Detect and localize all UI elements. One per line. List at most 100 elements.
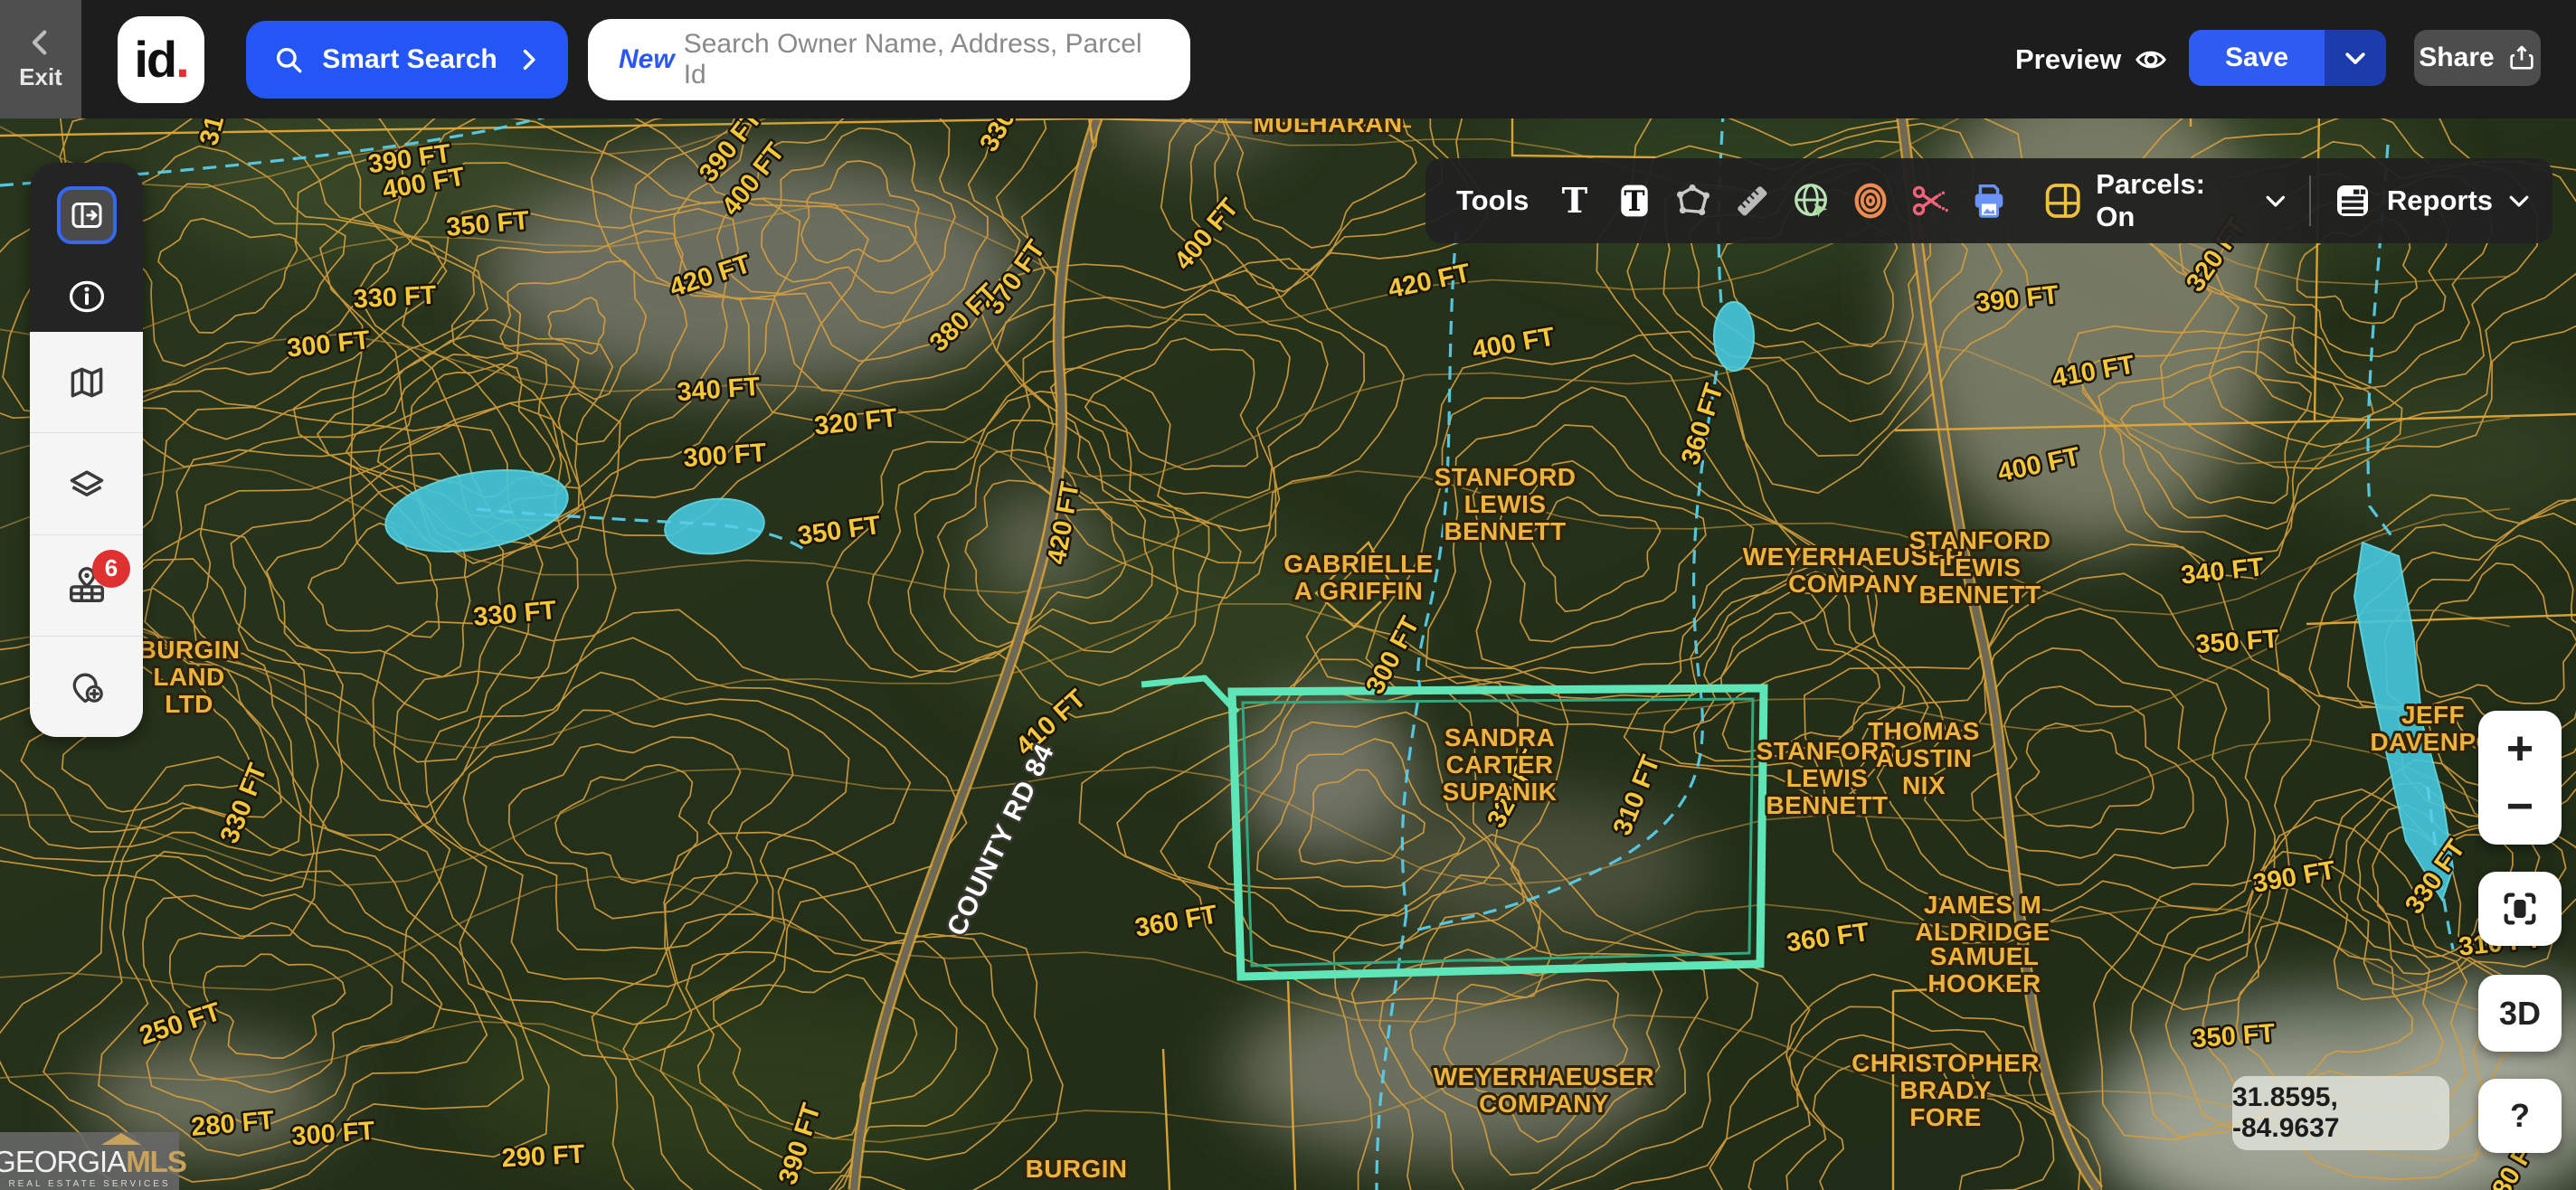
owner-label: CARTER <box>1445 751 1553 779</box>
chevron-left-icon <box>25 27 56 58</box>
text-tool-icon[interactable]: T <box>1553 179 1596 222</box>
watermark-brand-b: MLS <box>126 1145 186 1178</box>
chevron-down-icon <box>2342 44 2369 71</box>
reports-label: Reports <box>2387 184 2493 217</box>
owner-label: SUPANIK <box>1443 778 1558 806</box>
save-button-group: Save <box>2189 30 2386 86</box>
search-new-prefix: New <box>619 44 675 75</box>
crop-frame-icon <box>2499 888 2541 930</box>
watermark-brand-a: GEORGIA <box>0 1145 126 1178</box>
sidebar-item-parcels[interactable]: 6 <box>30 535 143 636</box>
sidebar-dark-section <box>30 163 143 332</box>
roof-icon <box>101 1133 141 1145</box>
owner-label: THOMAS <box>1868 717 1980 745</box>
save-label: Save <box>2225 42 2288 73</box>
tools-label: Tools <box>1456 184 1529 217</box>
owner-label: A GRIFFIN <box>1294 577 1424 605</box>
owner-label: BENNETT <box>1766 791 1888 819</box>
svg-text:T: T <box>1562 181 1588 221</box>
zoom-in-button[interactable]: + <box>2478 720 2562 778</box>
eye-icon <box>2134 42 2168 77</box>
contour-label: 330 FT <box>353 281 438 315</box>
owner-label: SAMUEL <box>1930 942 2040 970</box>
parcels-layer-icon <box>2042 180 2083 222</box>
smart-search-button[interactable]: Smart Search <box>246 21 568 99</box>
owner-label: WEYERHAEUSER <box>1434 1062 1654 1091</box>
owner-label: LTD <box>165 690 213 718</box>
threed-button[interactable]: 3D <box>2478 975 2562 1052</box>
zoom-control: + − <box>2478 711 2562 845</box>
land-id-logo: id. <box>118 16 204 103</box>
georgia-mls-watermark: GEORGIAMLS REAL ESTATE SERVICES <box>0 1132 179 1190</box>
search-input[interactable]: New Search Owner Name, Address, Parcel I… <box>588 19 1190 100</box>
panel-toggle-icon <box>69 197 105 233</box>
add-location-icon <box>67 666 107 706</box>
share-button[interactable]: Share <box>2414 30 2541 86</box>
chevron-right-icon <box>516 47 541 72</box>
sidebar-item-info[interactable] <box>30 260 143 332</box>
polygon-tool-icon[interactable] <box>1672 179 1714 222</box>
owner-label: LEWIS <box>1464 490 1547 518</box>
owner-label: COMPANY <box>1788 570 1918 598</box>
owner-label: BURGIN <box>138 636 241 664</box>
parcels-count-badge: 6 <box>92 550 130 588</box>
owner-label: STANFORD <box>1909 526 2051 554</box>
contour-label: 350 FT <box>2191 1019 2276 1053</box>
chevron-down-icon <box>2262 187 2289 214</box>
owner-label: NIX <box>1902 771 1946 799</box>
cursor-coordinates: 31.8595, -84.9637 <box>2232 1076 2449 1150</box>
logo-text: id. <box>134 30 187 89</box>
sidebar-item-add-location[interactable] <box>30 637 143 737</box>
owner-label: SANDRA <box>1444 723 1555 751</box>
share-label: Share <box>2419 42 2494 73</box>
owner-label: CHRISTOPHER <box>1852 1049 2040 1077</box>
owner-label: BENNETT <box>1444 517 1566 545</box>
target-tool-icon[interactable] <box>1850 179 1892 222</box>
owner-label: LEWIS <box>1786 764 1869 792</box>
zoom-out-button[interactable]: − <box>2478 778 2562 836</box>
land-id-map-editor: 310 FT390 FT400 FT350 FT330 FT300 FT390 … <box>0 0 2576 1190</box>
owner-label: LEWIS <box>1939 553 2022 581</box>
panel-selected-ring <box>57 186 117 244</box>
toolbar-divider <box>2309 175 2311 226</box>
sidebar-item-basemap[interactable] <box>30 332 143 432</box>
reports-menu[interactable]: Reports <box>2331 179 2533 222</box>
exit-button[interactable]: Exit <box>0 0 81 118</box>
globe-tool-icon[interactable] <box>1790 179 1833 222</box>
svg-text:T: T <box>1624 185 1644 218</box>
contour-label: 300 FT <box>290 1117 375 1151</box>
owner-label: BENNETT <box>1918 581 2041 609</box>
sidebar-item-layers[interactable] <box>30 433 143 534</box>
share-icon <box>2507 43 2536 72</box>
parcels-toggle-label: Parcels: On <box>2096 168 2249 233</box>
preview-label: Preview <box>2015 43 2121 76</box>
save-button[interactable]: Save <box>2189 30 2325 86</box>
owner-label: BRADY <box>1899 1076 1992 1104</box>
owner-label: LAND <box>153 663 224 691</box>
owner-label: STANFORD <box>1435 463 1577 491</box>
ruler-tool-icon[interactable] <box>1731 179 1774 222</box>
smart-search-label: Smart Search <box>322 44 497 75</box>
owner-label: HOOKER <box>1927 969 2041 997</box>
help-button[interactable]: ? <box>2478 1079 2562 1153</box>
parcels-toggle[interactable]: Parcels: On <box>2042 168 2289 233</box>
contour-label: 340 FT <box>676 373 761 407</box>
exit-label: Exit <box>19 63 62 91</box>
print-tool-icon[interactable] <box>1967 179 2010 222</box>
map-toolbar: Tools T T <box>1425 158 2552 243</box>
save-dropdown-button[interactable] <box>2325 30 2386 86</box>
sidebar-item-panel[interactable] <box>30 170 143 260</box>
owner-label: COMPANY <box>1479 1090 1609 1118</box>
screenshot-button[interactable] <box>2478 872 2562 946</box>
clip-tool-icon[interactable] <box>1908 179 1951 222</box>
owner-label: BURGIN <box>1026 1155 1128 1183</box>
top-bar: Exit id. Smart Search New Search Owner N… <box>0 0 2576 118</box>
basemap-icon <box>67 363 107 402</box>
search-placeholder: Search Owner Name, Address, Parcel Id <box>684 29 1160 90</box>
preview-button[interactable]: Preview <box>2015 0 2168 118</box>
sidebar-light-section: 6 <box>30 332 143 737</box>
owner-label: JEFF <box>2401 701 2465 729</box>
owner-label: AUSTIN <box>1876 744 1973 772</box>
label-tool-icon[interactable]: T <box>1613 179 1655 222</box>
reports-icon <box>2331 179 2374 222</box>
